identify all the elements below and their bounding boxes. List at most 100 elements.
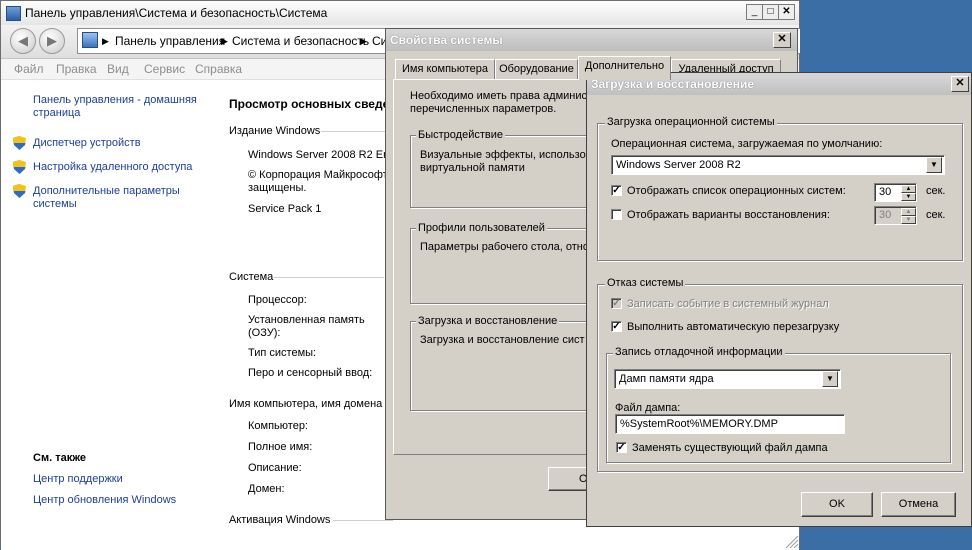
link-advanced-system-settings[interactable]: Дополнительные параметры системы <box>33 185 193 211</box>
admin-note-2: перечисленных параметров. <box>410 103 557 115</box>
tab-advanced[interactable]: Дополнительно <box>578 56 671 80</box>
seconds-unit: сек. <box>926 209 946 221</box>
close-icon[interactable]: ✕ <box>773 32 791 48</box>
show-recovery-seconds[interactable]: 30 ▲ ▼ <box>874 206 917 225</box>
show-os-list-label: Отображать список операционных систем: <box>627 185 846 197</box>
auto-restart-label: Выполнить автоматическую перезагрузку <box>627 321 840 333</box>
cancel-button[interactable]: Отмена <box>881 492 956 517</box>
write-event-checkbox[interactable]: ✓ <box>611 298 622 309</box>
window-title-bar[interactable]: Панель управления\Система и безопасность… <box>1 1 799 26</box>
minimize-button[interactable]: _ <box>746 4 763 20</box>
resize-grip-icon[interactable] <box>781 533 799 548</box>
tab-hardware[interactable]: Оборудование <box>495 59 578 79</box>
performance-group-title: Быстродействие <box>416 129 505 141</box>
windows-edition: Windows Server 2008 R2 En <box>248 149 390 161</box>
chevron-right-icon[interactable]: ▶ <box>102 36 109 47</box>
dialog-title-bar[interactable]: Свойства системы ✕ <box>386 29 797 51</box>
link-action-center[interactable]: Центр поддержки <box>33 473 123 486</box>
memory-label-2: (ОЗУ): <box>248 327 281 339</box>
system-type-label: Тип системы: <box>248 347 317 359</box>
admin-note: Необходимо иметь права админис <box>410 90 587 102</box>
default-os-select[interactable]: Windows Server 2008 R2 ▼ <box>611 155 945 175</box>
spin-up-icon[interactable]: ▲ <box>901 208 916 216</box>
ok-button[interactable]: OK <box>801 492 873 517</box>
spin-down-icon[interactable]: ▼ <box>901 216 916 224</box>
section-edition-heading: Издание Windows <box>229 125 321 137</box>
forward-arrow-icon[interactable]: ▶ <box>39 28 65 54</box>
chevron-right-icon[interactable]: ▶ <box>360 36 367 47</box>
service-pack: Service Pack 1 <box>248 203 322 215</box>
section-system-heading: Система <box>229 271 274 283</box>
performance-desc-2: виртуальной памяти <box>420 162 525 174</box>
rights-text: защищены. <box>248 182 307 194</box>
window-icon <box>6 6 21 21</box>
chevron-right-icon[interactable]: ▶ <box>221 36 228 47</box>
section-divider <box>333 520 393 521</box>
profiles-desc: Параметры рабочего стола, отно <box>420 241 589 253</box>
window-title: Панель управления\Система и безопасность… <box>25 6 328 20</box>
domain-label: Домен: <box>248 483 285 495</box>
show-recovery-seconds-value: 30 <box>879 209 892 221</box>
chevron-down-icon[interactable]: ▼ <box>926 157 942 173</box>
link-control-panel-home[interactable]: Панель управления - домашняя страница <box>33 94 208 120</box>
page-heading: Просмотр основных сведе <box>229 97 390 111</box>
shield-icon <box>13 184 26 198</box>
menu-view[interactable]: Вид <box>107 62 129 76</box>
os-startup-group-title: Загрузка операционной системы <box>605 116 777 128</box>
write-event-label: Записать событие в системный журнал <box>627 298 829 310</box>
see-also-heading: См. также <box>33 452 86 464</box>
performance-desc: Визуальные эффекты, использов <box>420 149 592 161</box>
dump-file-input[interactable]: %SystemRoot%\MEMORY.DMP <box>615 414 845 434</box>
shield-icon <box>13 136 26 150</box>
spin-up-icon[interactable]: ▲ <box>901 185 916 193</box>
link-windows-update[interactable]: Центр обновления Windows <box>33 494 176 507</box>
section-divider <box>321 131 391 132</box>
show-recovery-checkbox[interactable] <box>611 209 622 220</box>
section-computer-heading: Имя компьютера, имя домена и <box>229 398 392 410</box>
address-segment-security[interactable]: Система и безопасность <box>232 34 369 48</box>
default-os-label: Операционная система, загружаемая по умо… <box>611 138 883 150</box>
overwrite-dump-label: Заменять существующий файл дампа <box>632 442 828 454</box>
link-remote-settings[interactable]: Настройка удаленного доступа <box>33 161 192 174</box>
debug-type-value: Дамп памяти ядра <box>619 373 714 385</box>
overwrite-dump-checkbox[interactable]: ✓ <box>616 442 627 453</box>
dialog-title: Свойства системы <box>390 33 503 47</box>
profiles-group-title: Профили пользователей <box>416 222 547 234</box>
debug-type-select[interactable]: Дамп памяти ядра ▼ <box>614 369 841 389</box>
address-segment-control-panel[interactable]: Панель управления <box>115 34 225 48</box>
show-os-list-checkbox[interactable]: ✓ <box>611 185 622 196</box>
startup-desc: Загрузка и восстановление сист <box>420 334 585 346</box>
close-icon[interactable]: ✕ <box>951 76 969 92</box>
maximize-button[interactable]: □ <box>762 4 779 20</box>
show-recovery-label: Отображать варианты восстановления: <box>627 209 830 221</box>
show-os-list-seconds-value: 30 <box>879 186 892 198</box>
profiles-group <box>410 228 600 304</box>
left-navigation-pane: Панель управления - домашняя страница Ди… <box>1 80 213 550</box>
tab-computer-name[interactable]: Имя компьютера <box>395 59 495 79</box>
spin-down-icon[interactable]: ▼ <box>901 193 916 201</box>
link-device-manager[interactable]: Диспетчер устройств <box>33 137 141 150</box>
menu-help[interactable]: Справка <box>195 62 242 76</box>
computer-label: Компьютер: <box>248 420 308 432</box>
menu-tools[interactable]: Сервис <box>144 62 185 76</box>
back-arrow-icon[interactable]: ◀ <box>10 28 36 54</box>
startup-group-title: Загрузка и восстановление <box>416 315 560 327</box>
system-failure-group-title: Отказ системы <box>605 277 686 289</box>
show-os-list-seconds[interactable]: 30 ▲ ▼ <box>874 183 917 202</box>
startup-recovery-dialog: Загрузка и восстановление ✕ Загрузка опе… <box>586 72 972 527</box>
shield-icon <box>13 160 26 174</box>
menu-file[interactable]: Файл <box>14 62 44 76</box>
section-divider <box>274 277 384 278</box>
menu-edit[interactable]: Правка <box>56 62 97 76</box>
chevron-down-icon[interactable]: ▼ <box>822 371 838 387</box>
debug-info-group-title: Запись отладочной информации <box>613 346 785 358</box>
dump-file-label: Файл дампа: <box>615 402 681 414</box>
auto-restart-checkbox[interactable]: ✓ <box>611 321 622 332</box>
pen-touch-label: Перо и сенсорный ввод: <box>248 367 373 379</box>
processor-label: Процессор: <box>248 294 307 306</box>
full-name-label: Полное имя: <box>248 441 313 453</box>
default-os-value: Windows Server 2008 R2 <box>616 159 741 171</box>
close-button[interactable]: ✕ <box>778 4 795 20</box>
description-label: Описание: <box>248 462 302 474</box>
section-activation-heading: Активация Windows <box>229 514 331 526</box>
